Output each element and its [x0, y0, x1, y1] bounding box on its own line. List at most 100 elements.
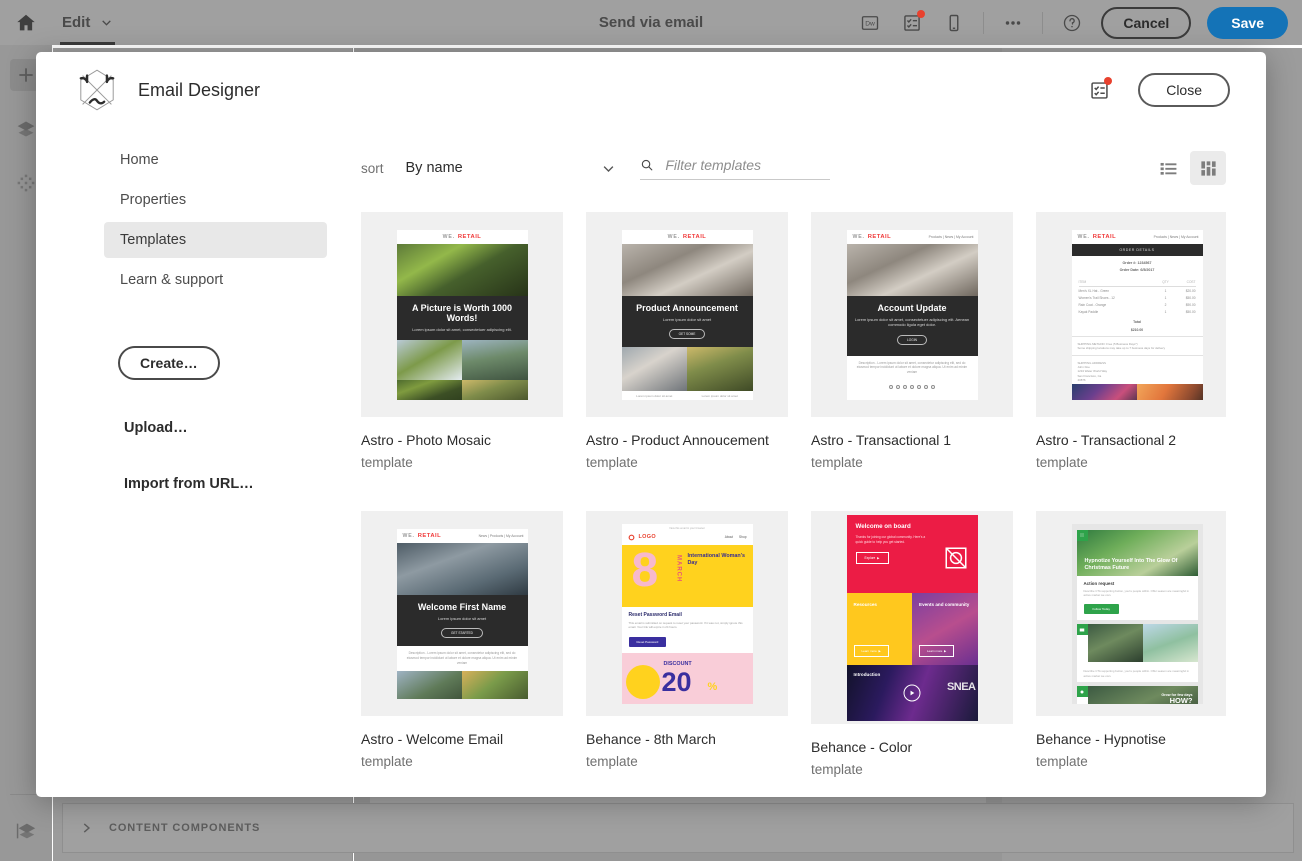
sort-dropdown[interactable]: By name: [406, 160, 616, 176]
list-view-button[interactable]: [1150, 151, 1186, 185]
preview-total-label: Total: [1133, 319, 1141, 324]
preview-nav: Products | News | My Account: [1153, 234, 1199, 239]
preview-hero-panel: Welcome on board Thanks for joining our …: [846, 514, 978, 593]
banner-month: MARCH: [675, 554, 682, 582]
preview-hero-image: [846, 243, 978, 296]
preview-image-row-2: [396, 379, 528, 400]
preview-image-right: [462, 339, 528, 380]
brand-retail: RETAIL: [1092, 233, 1117, 240]
template-card[interactable]: View this email in your browser LOGO Abo…: [586, 511, 788, 790]
dreamweaver-icon[interactable]: Dw: [857, 10, 883, 36]
email-preview: WE. RETAIL Product Announcement Lorem ip…: [621, 229, 753, 400]
preview-address-label: SHIPPING ADDRESS: [1071, 354, 1203, 365]
preview-caption-right: Lorem ipsum dolor sit amet: [701, 394, 738, 399]
template-card[interactable]: WE. RETAIL A Picture is Worth 1000 Words…: [361, 212, 563, 483]
list-view-icon: [1160, 162, 1176, 175]
preview-cta: Explore ▶: [855, 552, 889, 565]
sidebar-item-templates[interactable]: Templates: [104, 222, 327, 258]
section-cta: Follow Today: [1083, 604, 1119, 615]
notification-dot: [917, 9, 926, 18]
preview-hero-image: [396, 243, 528, 296]
email-preview: WE. RETAIL A Picture is Worth 1000 Words…: [396, 229, 528, 400]
cell-item: Kayak Paddle: [1078, 310, 1099, 315]
preview-nav: News | Products | My Account: [478, 533, 524, 538]
discount-badge: [625, 664, 660, 699]
preview-headline: Welcome First Name: [417, 601, 507, 612]
help-icon[interactable]: [1059, 10, 1085, 36]
sidebar-item-properties[interactable]: Properties: [104, 182, 327, 218]
preview-grow-overlay: Grow for few days HOW?: [1161, 693, 1192, 703]
template-type: template: [586, 754, 638, 770]
template-card[interactable]: Welcome on board Thanks for joining our …: [811, 511, 1013, 790]
preview-image-left: [1087, 624, 1143, 663]
cell-qty: 1: [1164, 288, 1167, 293]
preview-captions: Lorem ipsum dolor sit amet SHOP NOW Lore…: [622, 391, 753, 399]
template-card[interactable]: WE. RETAIL News | Products | My Account …: [361, 511, 563, 790]
more-options-icon[interactable]: [1000, 10, 1026, 36]
search-input[interactable]: [665, 156, 830, 173]
social-dot: [910, 385, 914, 390]
upload-link[interactable]: Upload…: [124, 420, 327, 436]
screen-root: CONTENT COMPONENTS Edit Send via email D…: [0, 0, 1302, 861]
modal-content: sort By name Filter templates WE. RETAIL…: [351, 128, 1266, 797]
preview-headline: Product Announcement: [636, 302, 738, 313]
import-from-url-link[interactable]: Import from URL…: [124, 476, 327, 492]
header-actions: Dw Cancel Save: [857, 6, 1302, 39]
table-row: Women's Trail Shoes - 12 1 $50.00: [1079, 294, 1196, 301]
template-card[interactable]: WE. RETAIL Products | News | My Account …: [1036, 212, 1226, 483]
tasks-icon[interactable]: [899, 9, 926, 36]
table-header-row: ITEM QTY COST: [1078, 279, 1196, 288]
sidebar-item-learn-support[interactable]: Learn & support: [104, 262, 327, 298]
template-thumbnail: WE. RETAIL News | Products | My Account …: [361, 511, 563, 716]
template-thumbnail: Welcome on board Thanks for joining our …: [811, 511, 1013, 724]
preview-address: John Doe 1234 Water World Way San Franci…: [1077, 364, 1108, 382]
template-card[interactable]: WE. RETAIL Products | News | My Account …: [811, 212, 1013, 483]
template-thumbnail: WE. RETAIL A Picture is Worth 1000 Words…: [361, 212, 563, 417]
brand-retail: RETAIL: [457, 233, 482, 240]
create-button[interactable]: Create…: [118, 346, 220, 380]
discount-value: 20: [661, 666, 692, 697]
tile-label: Resources: [853, 601, 878, 607]
template-type: template: [586, 455, 638, 471]
preview-cta: LOGIN: [897, 334, 927, 345]
close-button[interactable]: Close: [1138, 73, 1230, 107]
filter-templates-search[interactable]: [639, 156, 830, 180]
mobile-preview-icon[interactable]: [941, 10, 967, 36]
preview-image-right: [1137, 384, 1203, 400]
table-row: Rain Coat - Orange 2 $90.00: [1079, 301, 1196, 308]
template-card[interactable]: WE. RETAIL Product Announcement Lorem ip…: [586, 212, 788, 483]
preview-total-value: $210.00: [1130, 327, 1144, 332]
preview-body: Lorem ipsum dolor sit amet, consectetuer…: [854, 316, 970, 328]
social-dot: [896, 385, 900, 390]
cancel-button[interactable]: Cancel: [1101, 6, 1192, 39]
grid-view-button[interactable]: [1190, 151, 1226, 185]
cell-item: Women's Trail Shoes - 12: [1078, 295, 1115, 300]
email-preview: Welcome on board Thanks for joining our …: [846, 514, 978, 721]
section-body: Describe CTA supporting button, you're p…: [1083, 588, 1189, 597]
cell-cost: $20.00: [1185, 288, 1196, 293]
preview-image-left: [1071, 384, 1137, 400]
preview-headline: A Picture is Worth 1000 Words!: [411, 302, 513, 323]
email-preview: WE. RETAIL Products | News | My Account …: [846, 229, 978, 400]
search-icon: [641, 159, 652, 170]
table-row: Kayak Paddle 1 $50.00: [1079, 309, 1196, 316]
template-card[interactable]: Hypnotize Yourself Into The Glow Of Chri…: [1036, 511, 1226, 790]
tile-cta-label: Learn more: [927, 648, 943, 653]
preview-headline-panel: Product Announcement Lorem ipsum dolor s…: [621, 295, 753, 348]
cell-item: Men's XL Hat - Green: [1078, 288, 1110, 293]
preview-image-4: [462, 379, 528, 400]
sidebar-item-home[interactable]: Home: [104, 142, 327, 178]
save-button[interactable]: Save: [1207, 6, 1288, 39]
preview-brand-bar: WE. RETAIL Products | News | My Account: [846, 229, 978, 244]
template-type: template: [811, 762, 863, 778]
template-type: template: [361, 754, 413, 770]
social-dot: [917, 385, 921, 390]
tasks-icon[interactable]: [1086, 77, 1113, 103]
preview-image-row: [1071, 384, 1203, 400]
modal-sidebar: Home Properties Templates Learn & suppor…: [36, 128, 351, 797]
preview-headline: Welcome on board: [855, 522, 911, 530]
preview-caption-left: Lorem ipsum dolor sit amet: [636, 394, 673, 399]
preview-cta: GET SOME: [668, 329, 706, 340]
template-type: template: [1036, 754, 1088, 770]
cell-cost: $50.00: [1185, 295, 1196, 300]
